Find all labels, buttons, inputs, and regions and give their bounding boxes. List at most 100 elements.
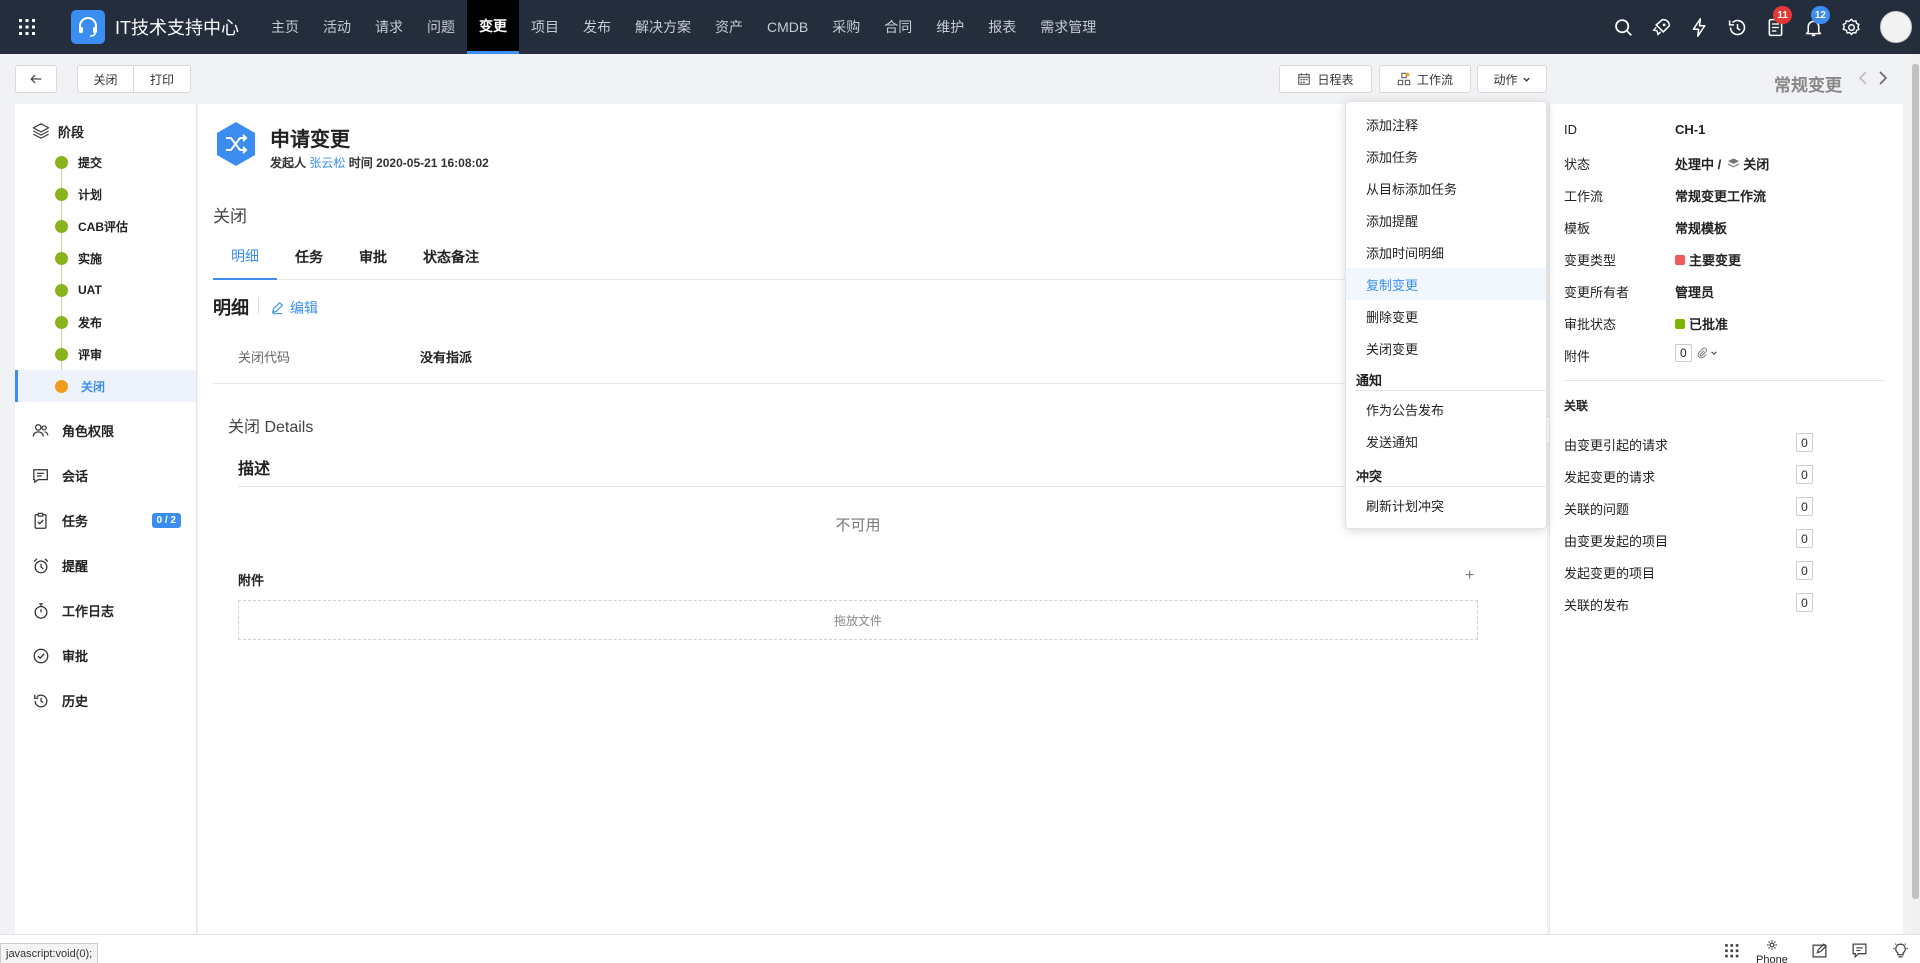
side-link[interactable]: 工作日志 — [15, 588, 196, 633]
app-title[interactable]: IT技术支持中心 — [115, 14, 239, 40]
related-item-count[interactable]: 0 — [1796, 433, 1813, 452]
menu-item[interactable]: 刷新计划冲突 — [1346, 489, 1546, 521]
requester-link[interactable]: 张云松 — [309, 156, 345, 170]
file-dropzone[interactable]: 拖放文件 — [238, 600, 1478, 640]
nav-item[interactable]: 活动 — [311, 0, 363, 54]
layers-icon — [32, 123, 50, 139]
title-divider — [258, 298, 259, 314]
approval-value: 已批准 — [1675, 314, 1728, 333]
stage-item[interactable]: 计划 — [15, 178, 196, 210]
nav-item[interactable]: 项目 — [519, 0, 571, 54]
keypad-icon[interactable] — [1720, 939, 1742, 961]
nav-item[interactable]: 报表 — [976, 0, 1028, 54]
app-grid-icon[interactable] — [0, 0, 54, 54]
related-item-count[interactable]: 0 — [1796, 497, 1813, 516]
nav-item[interactable]: 变更 — [467, 0, 519, 54]
attachments-value[interactable]: 0 — [1675, 344, 1718, 362]
lightbulb-icon[interactable] — [1889, 939, 1911, 961]
side-link[interactable]: 提醒 — [15, 543, 196, 588]
change-type-swatch — [1675, 254, 1685, 265]
scrollbar-thumb[interactable] — [1912, 64, 1919, 899]
related-item-label: 关联的发布 — [1564, 598, 1630, 613]
actions-dropdown-button[interactable]: 动作 — [1477, 65, 1547, 93]
gear-icon[interactable] — [1832, 0, 1870, 54]
history-icon[interactable] — [1718, 0, 1756, 54]
rocket-icon[interactable] — [1642, 0, 1680, 54]
side-link[interactable]: 历史 — [15, 678, 196, 723]
nav-item[interactable]: 合同 — [872, 0, 924, 54]
phone-button[interactable]: Phone — [1756, 939, 1788, 963]
close-button[interactable]: 关闭 — [77, 65, 134, 93]
menu-item[interactable]: 添加注释 — [1346, 108, 1546, 140]
menu-item[interactable]: 添加提醒 — [1346, 204, 1546, 236]
nav-item[interactable]: 主页 — [259, 0, 311, 54]
related-item-label: 发起变更的项目 — [1564, 566, 1656, 581]
side-link[interactable]: 任务 0 / 2 — [15, 498, 196, 543]
stage-item[interactable]: 提交 — [15, 146, 196, 178]
stage-item[interactable]: 评审 — [15, 338, 196, 370]
side-link[interactable]: 角色权限 — [15, 408, 196, 453]
nav-item[interactable]: CMDB — [755, 0, 820, 54]
related-item-count[interactable]: 0 — [1796, 529, 1813, 548]
search-icon[interactable] — [1604, 0, 1642, 54]
nav-item[interactable]: 需求管理 — [1028, 0, 1108, 54]
edit-details-button[interactable]: 编辑 — [270, 298, 318, 318]
side-link[interactable]: 审批 — [15, 633, 196, 678]
notifications-count-badge: 12 — [1810, 6, 1830, 24]
lightning-icon[interactable] — [1680, 0, 1718, 54]
schedule-button[interactable]: 日程表 — [1279, 65, 1372, 93]
add-attachment-icon[interactable]: + — [1465, 567, 1474, 585]
menu-item[interactable]: 发送通知 — [1346, 425, 1546, 457]
related-item-count[interactable]: 0 — [1796, 465, 1813, 484]
user-avatar[interactable] — [1880, 11, 1912, 43]
task-count-badge: 0 / 2 — [151, 513, 181, 528]
related-item-label: 发起变更的请求 — [1564, 470, 1656, 485]
stage-status-dot — [55, 252, 68, 265]
vertical-scrollbar[interactable] — [1911, 54, 1920, 934]
menu-item[interactable]: 关闭变更 — [1346, 332, 1546, 364]
menu-item[interactable]: 复制变更 — [1346, 268, 1546, 300]
menu-item[interactable]: 添加时间明细 — [1346, 236, 1546, 268]
side-link[interactable]: 会话 — [15, 453, 196, 498]
related-item-count[interactable]: 0 — [1796, 561, 1813, 580]
related-item-count[interactable]: 0 — [1796, 593, 1813, 612]
change-type-value: 主要变更 — [1675, 250, 1741, 269]
stage-layers-icon — [1727, 158, 1740, 168]
bell-icon[interactable]: 12 — [1794, 0, 1832, 54]
stage-item[interactable]: CAB评估 — [15, 210, 196, 242]
time-label: 时间 — [348, 156, 373, 170]
menu-item[interactable]: 作为公告发布 — [1346, 393, 1546, 425]
workflow-button[interactable]: 工作流 — [1379, 65, 1471, 93]
tab[interactable]: 明细 — [213, 234, 277, 280]
back-button[interactable] — [15, 65, 57, 93]
side-link-label: 会话 — [62, 469, 89, 484]
stage-item[interactable]: 关闭 — [15, 370, 196, 402]
edit-note-icon[interactable] — [1808, 939, 1830, 961]
tab[interactable]: 状态备注 — [405, 234, 497, 280]
nav-item[interactable]: 资产 — [703, 0, 755, 54]
nav-item[interactable]: 采购 — [820, 0, 872, 54]
nav-item[interactable]: 请求 — [363, 0, 415, 54]
divider — [1564, 380, 1885, 381]
tab[interactable]: 任务 — [277, 234, 341, 280]
stage-item[interactable]: 实施 — [15, 242, 196, 274]
stage-item[interactable]: 发布 — [15, 306, 196, 338]
menu-item[interactable]: 从目标添加任务 — [1346, 172, 1546, 204]
nav-item[interactable]: 问题 — [415, 0, 467, 54]
task-list-icon[interactable]: 11 — [1756, 0, 1794, 54]
chat-icon[interactable] — [1848, 939, 1870, 961]
previous-record-icon[interactable] — [1858, 70, 1868, 91]
next-record-icon[interactable] — [1878, 70, 1888, 91]
stage-item[interactable]: UAT — [15, 274, 196, 306]
nav-item[interactable]: 发布 — [571, 0, 623, 54]
print-button[interactable]: 打印 — [133, 65, 191, 93]
tab[interactable]: 审批 — [341, 234, 405, 280]
stage-label: UAT — [78, 283, 102, 297]
nav-item[interactable]: 解决方案 — [623, 0, 703, 54]
nav-item[interactable]: 维护 — [924, 0, 976, 54]
menu-item[interactable]: 删除变更 — [1346, 300, 1546, 332]
menu-item[interactable]: 添加任务 — [1346, 140, 1546, 172]
bottom-status-bar: javascript:void(0); Phone — [0, 934, 1920, 963]
menu-group-notify: 通知 — [1356, 373, 1383, 388]
owner-value: 管理员 — [1675, 285, 1715, 300]
